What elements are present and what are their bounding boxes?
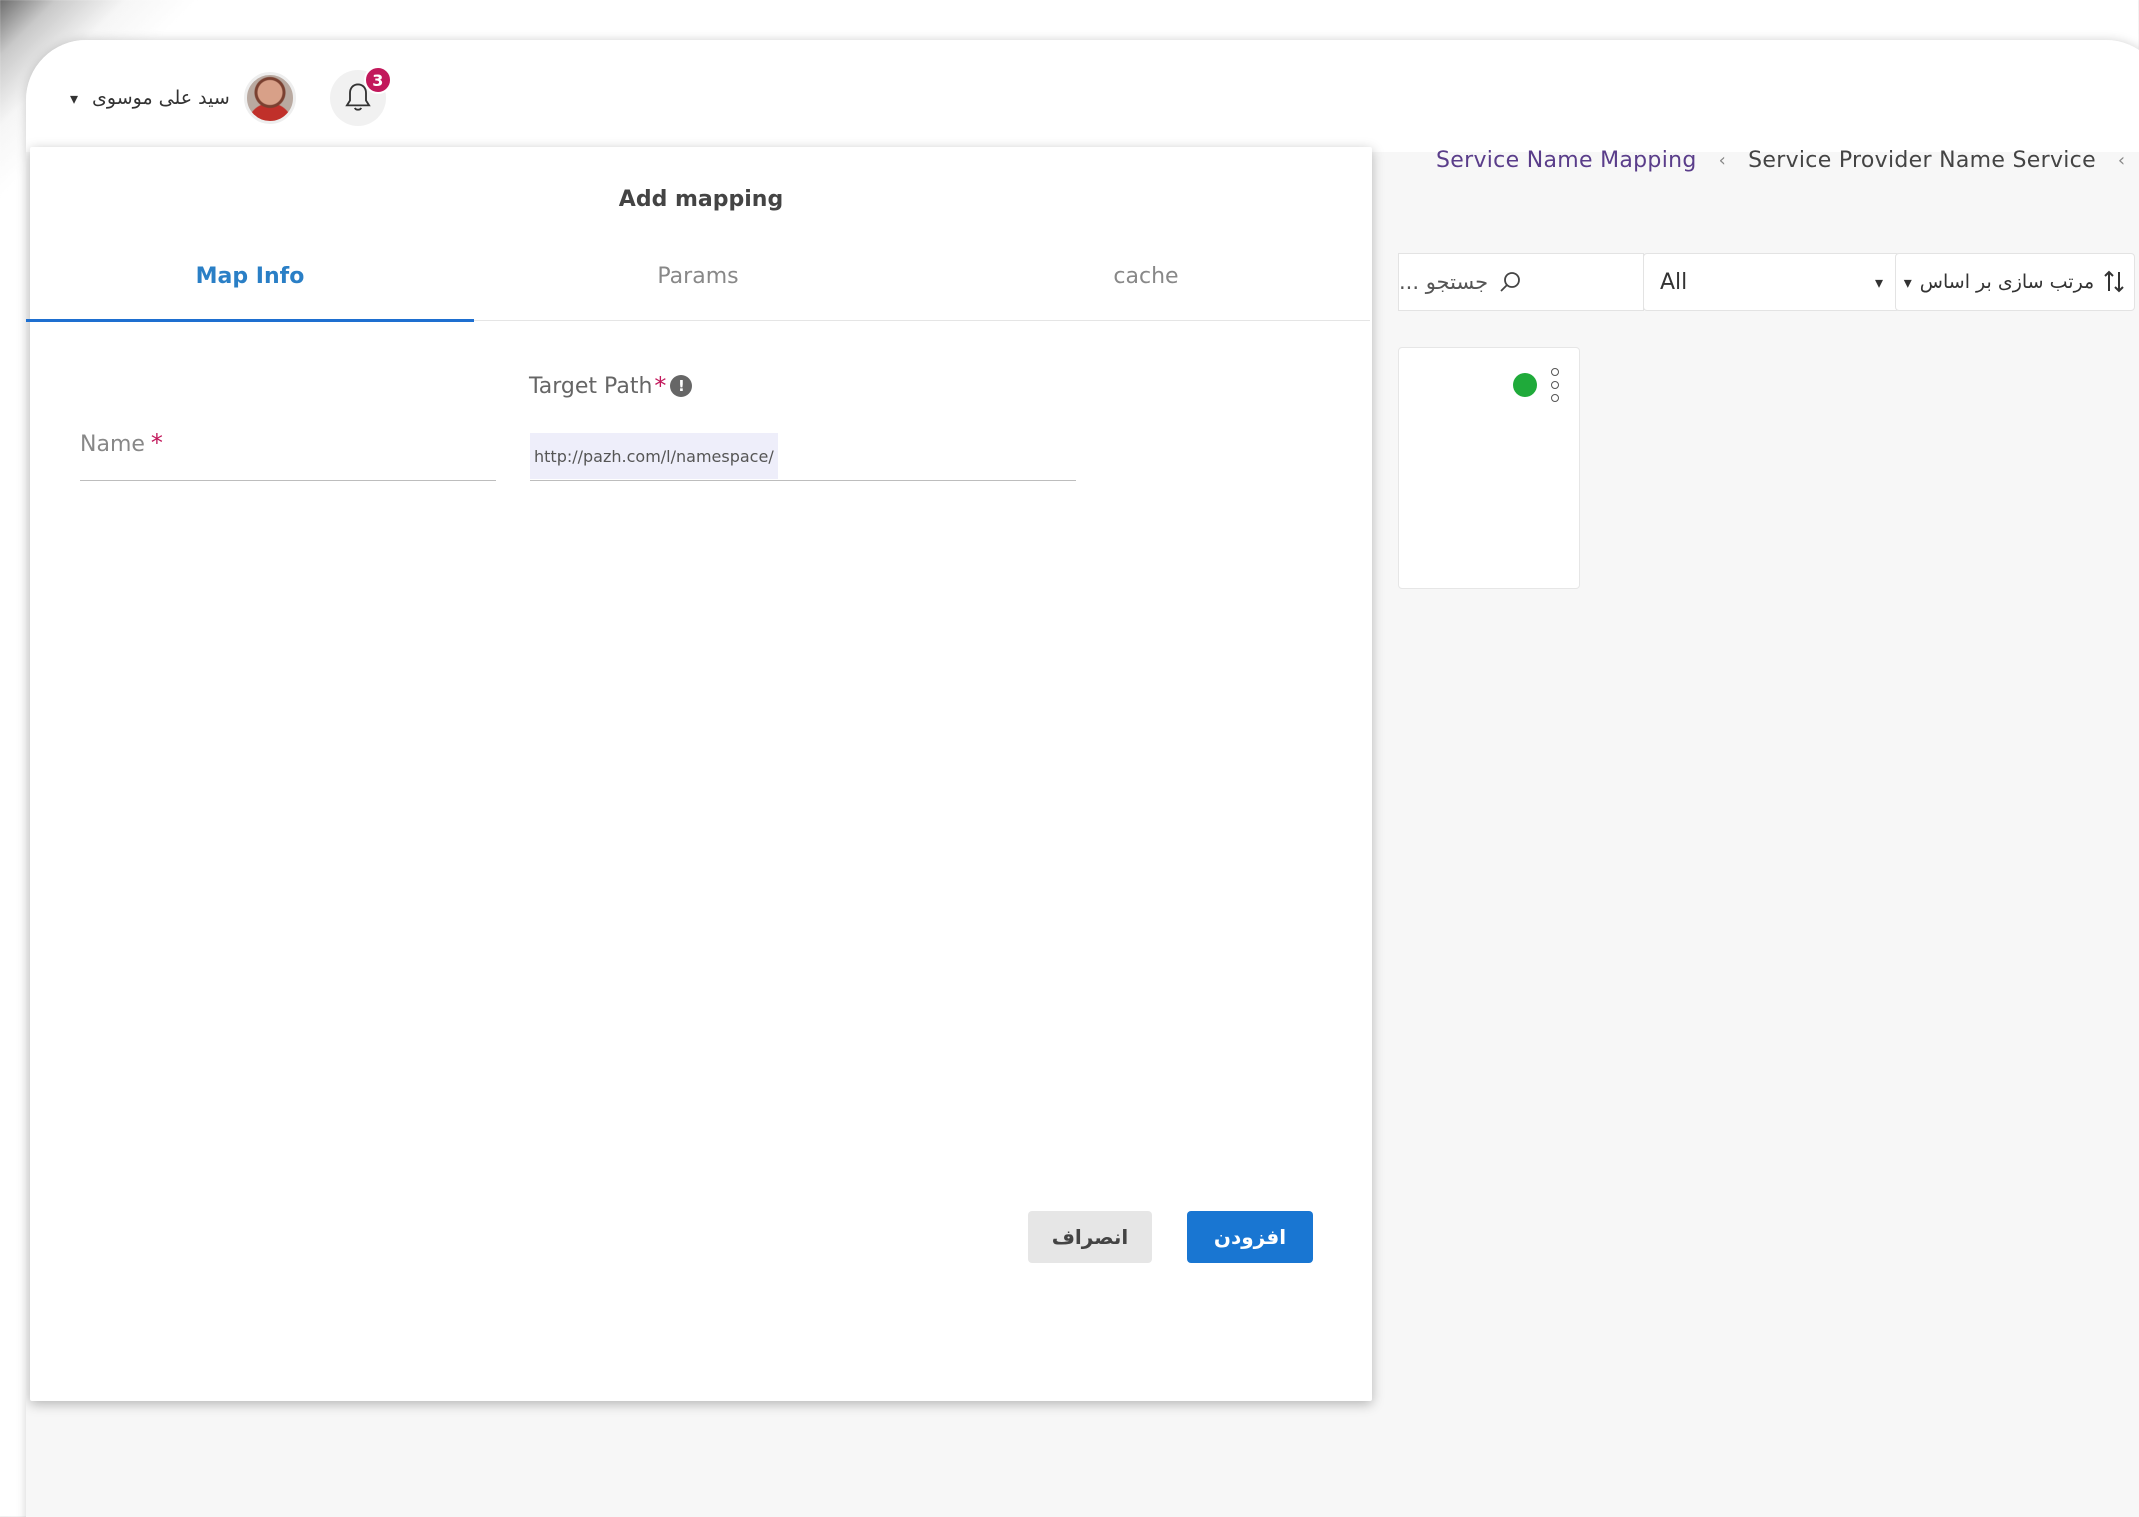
more-options-icon[interactable]	[1549, 368, 1561, 402]
user-name: سید علی موسوی	[92, 87, 230, 109]
target-path-field[interactable]: http://pazh.com/l/namespace/	[530, 433, 1076, 481]
status-indicator	[1513, 373, 1537, 397]
name-field[interactable]: Name *	[80, 417, 496, 481]
user-menu[interactable]: ▾ سید علی موسوی 3	[70, 66, 392, 126]
chevron-down-icon: ▾	[70, 88, 79, 108]
top-bar: ▾ سید علی موسوی 3	[26, 40, 2139, 152]
add-mapping-dialog: Add mapping Map Info Params cache Name * …	[26, 147, 1372, 1401]
breadcrumb: Service Name Mapping ‹ Service Provider …	[1436, 148, 2125, 173]
required-marker: *	[654, 372, 667, 400]
sort-button[interactable]: مرتب سازی بر اساس ▾	[1895, 253, 2135, 311]
name-label-text: Name	[80, 432, 145, 457]
add-button[interactable]: افزودن	[1187, 1211, 1313, 1263]
chevron-down-icon: ▾	[1874, 272, 1883, 292]
app-window: ▾ سید علی موسوی 3 Service Name Mapping ‹…	[26, 40, 2139, 1517]
tab-params[interactable]: Params	[474, 241, 922, 312]
search-icon	[1500, 272, 1521, 292]
name-field-label: Name *	[80, 429, 163, 457]
avatar[interactable]	[243, 72, 296, 124]
service-card[interactable]	[1398, 347, 1580, 589]
filter-select-value: All	[1660, 269, 1688, 295]
dialog-tabs: Map Info Params cache	[26, 249, 1370, 322]
notification-badge: 3	[363, 66, 392, 94]
search-placeholder: جستجو ...	[1399, 270, 1489, 294]
sort-icon	[2104, 270, 2124, 293]
chevron-down-icon: ▾	[1903, 272, 1912, 292]
search-input[interactable]: جستجو ...	[1398, 253, 1644, 311]
tab-cache[interactable]: cache	[922, 241, 1370, 312]
cancel-button[interactable]: انصراف	[1028, 1211, 1152, 1263]
dialog-title: Add mapping	[618, 187, 784, 212]
target-path-label-text: Target Path	[529, 373, 653, 399]
target-path-label: Target Path * !	[529, 372, 693, 400]
chevron-left-icon: ‹	[2117, 150, 2126, 171]
chevron-left-icon: ‹	[1718, 150, 1727, 171]
tab-map-info[interactable]: Map Info	[26, 241, 474, 322]
required-marker: *	[150, 429, 163, 457]
target-path-prefix: http://pazh.com/l/namespace/	[530, 433, 778, 479]
breadcrumb-item-service-provider[interactable]: Service Provider Name Service	[1748, 148, 2096, 173]
info-icon[interactable]: !	[670, 375, 693, 397]
filter-select[interactable]: All ▾	[1643, 253, 1900, 311]
notification-button[interactable]: 3	[329, 66, 392, 126]
breadcrumb-item-service-name-mapping[interactable]: Service Name Mapping	[1436, 148, 1697, 173]
sort-label: مرتب سازی بر اساس	[1919, 271, 2095, 293]
